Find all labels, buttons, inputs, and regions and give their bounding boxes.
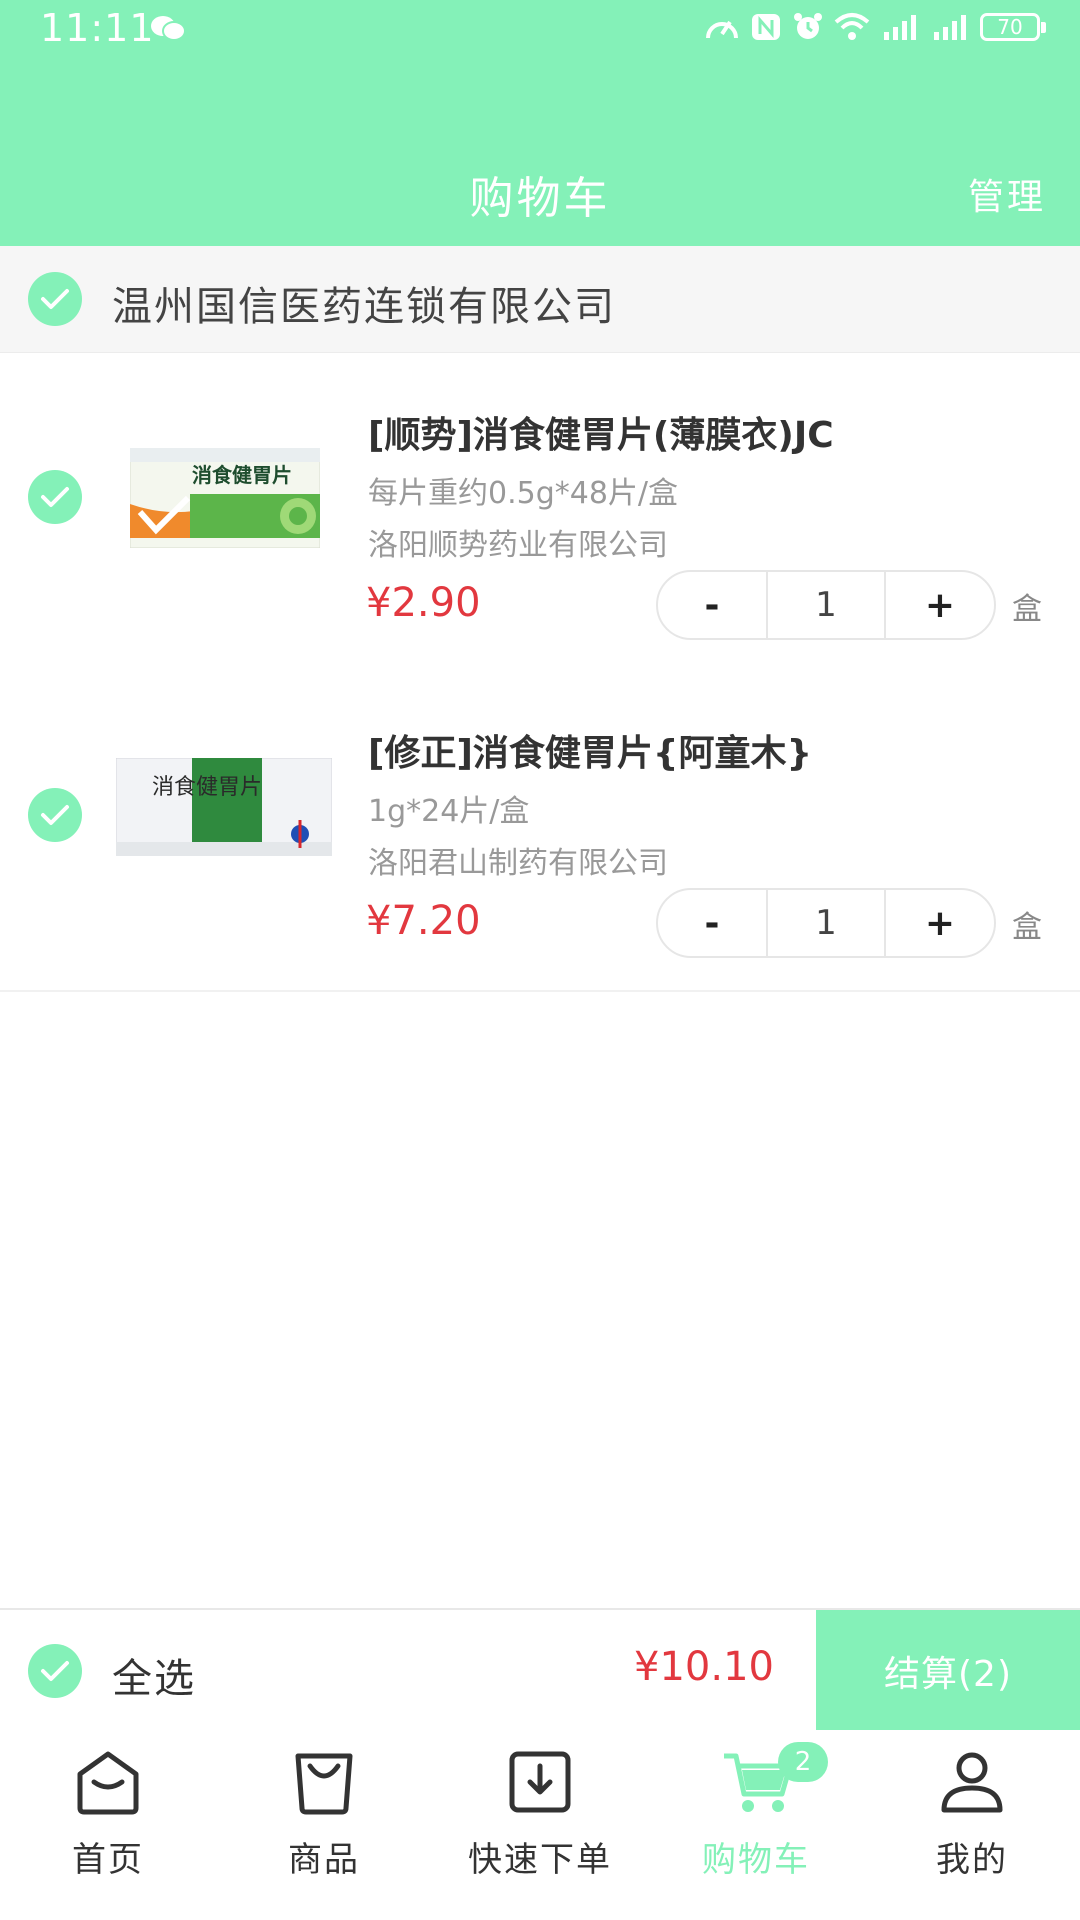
total-price: ¥10.10	[634, 1644, 774, 1690]
cart-item: 消食健胃片 [修正]消食健胃片{阿童木} 1g*24片/盒 洛阳君山制药有限公司…	[0, 672, 1080, 992]
check-icon	[41, 805, 69, 825]
tab-label: 商品	[288, 1840, 360, 1880]
page-title: 购物车	[469, 173, 611, 224]
tab-label: 首页	[72, 1840, 144, 1880]
item-unit: 盒	[1012, 592, 1042, 627]
nfc-icon	[752, 14, 780, 40]
cart-item: 消食健胃片 [顺势]消食健胃片(薄膜衣)JC 每片重约0.5g*48片/盒 洛阳…	[0, 354, 1080, 674]
tab-products[interactable]: 商品	[216, 1730, 432, 1920]
item-name[interactable]: [顺势]消食健胃片(薄膜衣)JC	[368, 406, 834, 458]
store-row: 温州国信医药连锁有限公司	[0, 246, 1080, 353]
item-checkbox[interactable]	[28, 788, 82, 842]
quantity-stepper: - 1 +	[656, 888, 996, 958]
user-icon	[941, 1752, 1003, 1813]
check-icon	[41, 487, 69, 507]
increase-button[interactable]: +	[886, 890, 994, 956]
speed-icon	[706, 20, 738, 39]
item-unit: 盒	[1012, 910, 1042, 945]
checkout-bar: 全选 ¥10.10 结算(2)	[0, 1608, 1080, 1732]
item-price: ¥7.20	[366, 898, 481, 944]
wechat-icon	[151, 16, 186, 41]
check-icon	[41, 289, 69, 309]
quantity-stepper: - 1 +	[656, 570, 996, 640]
check-icon	[41, 1661, 69, 1681]
tab-cart[interactable]: 2 购物车	[648, 1730, 864, 1920]
download-icon	[509, 1751, 571, 1813]
quantity-input[interactable]: 1	[766, 890, 886, 956]
cart-badge: 2	[778, 1742, 828, 1782]
decrease-button[interactable]: -	[658, 572, 766, 638]
status-time: 11:11	[40, 6, 155, 50]
item-spec: 1g*24片/盒	[368, 794, 530, 829]
tab-bar: 首页 商品 快速下单 2 购物车 我的	[0, 1730, 1080, 1920]
product-box-text: 消食健胃片	[192, 463, 292, 487]
decrease-button[interactable]: -	[658, 890, 766, 956]
status-icons: 70	[704, 12, 1046, 42]
tab-label: 购物车	[702, 1840, 810, 1880]
item-checkbox[interactable]	[28, 470, 82, 524]
product-image[interactable]: 消食健胃片	[116, 758, 332, 856]
shopping-bag-icon	[295, 1753, 353, 1815]
store-checkbox[interactable]	[28, 272, 82, 326]
product-image[interactable]: 消食健胃片	[130, 448, 320, 548]
home-icon	[77, 1751, 139, 1815]
battery-level: 70	[997, 15, 1023, 39]
item-price: ¥2.90	[366, 580, 481, 626]
tab-home[interactable]: 首页	[0, 1730, 216, 1920]
quantity-input[interactable]: 1	[766, 572, 886, 638]
signal-icon	[884, 15, 916, 40]
signal-icon	[934, 15, 966, 40]
tab-quick-order[interactable]: 快速下单	[432, 1730, 648, 1920]
select-all-label[interactable]: 全选	[112, 1646, 196, 1704]
alarm-icon	[794, 13, 822, 39]
item-name[interactable]: [修正]消食健胃片{阿童木}	[368, 724, 812, 776]
item-manufacturer: 洛阳顺势药业有限公司	[368, 528, 668, 563]
manage-button[interactable]: 管理	[968, 168, 1046, 220]
checkout-button[interactable]: 结算(2)	[816, 1610, 1080, 1732]
tab-mine[interactable]: 我的	[864, 1730, 1080, 1920]
header: 11:11 70 购物车 管理	[0, 0, 1080, 246]
tab-label: 快速下单	[468, 1840, 612, 1880]
select-all-checkbox[interactable]	[28, 1644, 82, 1698]
item-manufacturer: 洛阳君山制药有限公司	[368, 846, 668, 881]
tab-label: 我的	[936, 1840, 1008, 1880]
item-spec: 每片重约0.5g*48片/盒	[368, 476, 679, 511]
wifi-icon	[834, 13, 870, 40]
battery-icon: 70	[980, 13, 1046, 41]
product-box-text: 消食健胃片	[152, 775, 262, 800]
increase-button[interactable]: +	[886, 572, 994, 638]
store-name: 温州国信医药连锁有限公司	[112, 284, 616, 330]
